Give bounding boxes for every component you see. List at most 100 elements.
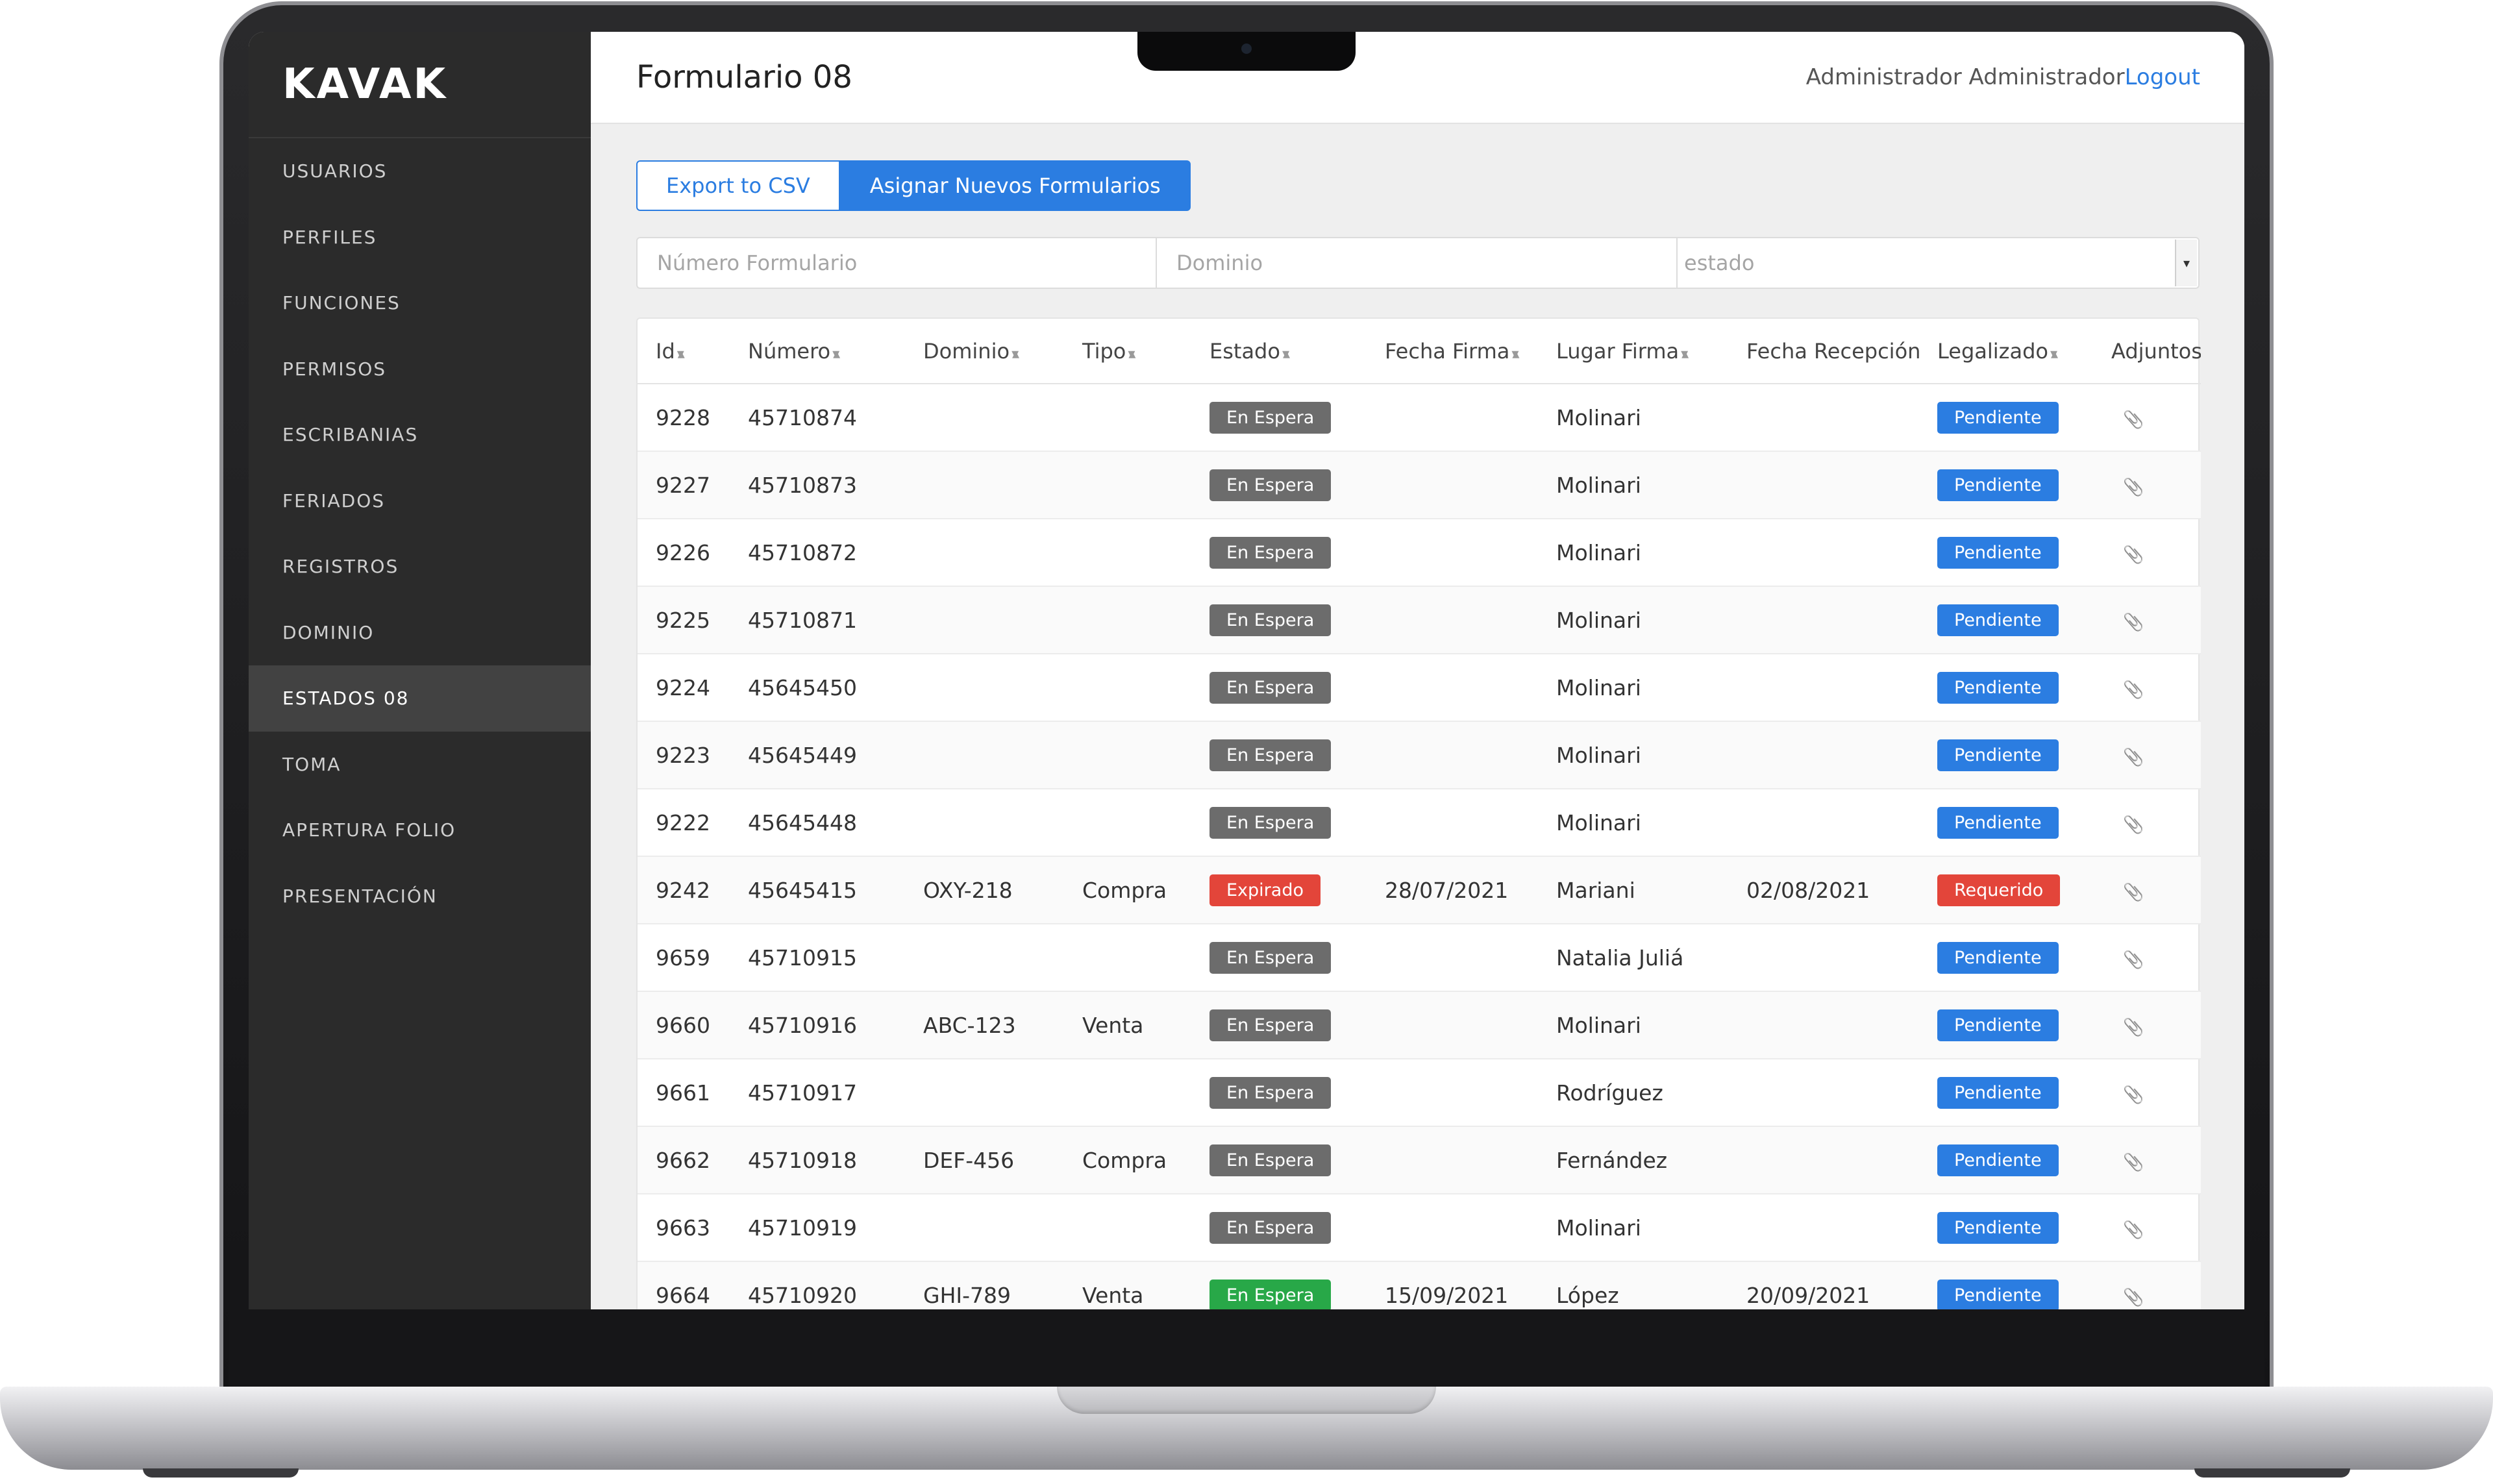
paperclip-icon[interactable]: 📎 [2111, 478, 2144, 497]
paperclip-icon[interactable]: 📎 [2111, 1153, 2144, 1172]
table-row[interactable]: 9664 45710920 GHI-789 Venta En Espera 15/09/2… [638, 1261, 2201, 1309]
legalizado-cell: Pendiente [1919, 1059, 2093, 1127]
paperclip-icon[interactable]: 📎 [2111, 883, 2144, 902]
lugar-firma-cell: Molinari [1538, 721, 1728, 789]
tipo-cell: Compra [1064, 856, 1191, 924]
adjuntos-cell: 📎 [2093, 1059, 2201, 1127]
sidebar-item-estados-08[interactable]: ESTADOS 08 [249, 665, 591, 732]
table-row[interactable]: 9660 45710916 ABC-123 Venta En Espera Molinar… [638, 991, 2201, 1059]
adjuntos-cell: 📎 [2093, 991, 2201, 1059]
table-row[interactable]: 9222 45645448 En Espera Molinari Pendiente 📎 [638, 789, 2201, 857]
paperclip-icon[interactable]: 📎 [2111, 1288, 2144, 1307]
adjuntos-cell: 📎 [2093, 1194, 2201, 1262]
tipo-cell [1064, 519, 1191, 587]
estado-badge: En Espera [1209, 1211, 1332, 1244]
estado-cell: En Espera [1191, 1261, 1367, 1309]
user-name: Administrador Administrador [1805, 64, 2125, 90]
paperclip-icon[interactable]: 📎 [2111, 1085, 2144, 1105]
legalizado-cell: Pendiente [1919, 789, 2093, 857]
column-header: Adjuntos [2093, 319, 2201, 384]
tipo-cell [1064, 789, 1191, 857]
legalizado-badge: Pendiente [1937, 536, 2059, 569]
lugar-firma-cell: Molinari [1538, 991, 1728, 1059]
column-header[interactable]: Lugar Firma▴▾ [1538, 319, 1728, 384]
adjuntos-cell: 📎 [2093, 856, 2201, 924]
column-header[interactable]: Número▴▾ [730, 319, 905, 384]
sidebar-item-dominio[interactable]: DOMINIO [249, 600, 591, 666]
estado-badge: En Espera [1209, 401, 1332, 434]
table-row[interactable]: 9224 45645450 En Espera Molinari Pendiente 📎 [638, 654, 2201, 722]
id-cell: 9662 [638, 1126, 730, 1194]
camera-notch [1137, 32, 1356, 71]
sidebar-item-feriados[interactable]: FERIADOS [249, 468, 591, 534]
sidebar-item-usuarios[interactable]: USUARIOS [249, 138, 591, 204]
legalizado-badge: Pendiente [1937, 941, 2059, 974]
table-row[interactable]: 9242 45645415 OXY-218 Compra Expirado 28/07/2… [638, 856, 2201, 924]
adjuntos-cell: 📎 [2093, 1261, 2201, 1309]
estado-filter-select[interactable]: estado ▾ [1678, 237, 2200, 289]
legalizado-cell: Pendiente [1919, 721, 2093, 789]
topbar: Formulario 08 Administrador Administrado… [591, 32, 2244, 124]
column-header[interactable]: Id▴▾ [638, 319, 730, 384]
lugar-firma-cell: Rodríguez [1538, 1059, 1728, 1127]
paperclip-icon[interactable]: 📎 [2111, 950, 2144, 970]
legalizado-badge: Pendiente [1937, 1279, 2059, 1309]
column-header-label: Fecha Firma [1385, 338, 1510, 364]
column-header[interactable]: Legalizado▴▾ [1919, 319, 2093, 384]
dominio-filter-input[interactable]: Dominio [1157, 237, 1678, 289]
laptop-foot-right [2194, 1468, 2350, 1478]
legalizado-cell: Pendiente [1919, 1261, 2093, 1309]
adjuntos-cell: 📎 [2093, 451, 2201, 519]
export-csv-button[interactable]: Export to CSV [636, 160, 840, 211]
column-header[interactable]: Tipo▴▾ [1064, 319, 1191, 384]
paperclip-icon[interactable]: 📎 [2111, 680, 2144, 700]
column-header[interactable]: Estado▴▾ [1191, 319, 1367, 384]
main-content: Formulario 08 Administrador Administrado… [591, 32, 2244, 1309]
user-box: Administrador AdministradorLogout [1806, 64, 2200, 90]
estado-cell: Expirado [1191, 856, 1367, 924]
paperclip-icon[interactable]: 📎 [2111, 1220, 2144, 1240]
estado-cell: En Espera [1191, 586, 1367, 654]
table-row[interactable]: 9225 45710871 En Espera Molinari Pendiente 📎 [638, 586, 2201, 654]
table-row[interactable]: 9223 45645449 En Espera Molinari Pendiente 📎 [638, 721, 2201, 789]
brand-logo[interactable]: KAVAK [249, 32, 591, 138]
column-header[interactable]: Dominio▴▾ [905, 319, 1064, 384]
id-cell: 9226 [638, 519, 730, 587]
forms-table: Id▴▾Número▴▾Dominio▴▾Tipo▴▾Estado▴▾Fecha… [638, 319, 2201, 1309]
sidebar-item-apertura-folio[interactable]: APERTURA FOLIO [249, 797, 591, 863]
chevron-down-icon[interactable]: ▾ [2175, 240, 2197, 286]
assign-forms-button[interactable]: Asignar Nuevos Formularios [839, 160, 1191, 211]
table-row[interactable]: 9663 45710919 En Espera Molinari Pendiente 📎 [638, 1194, 2201, 1262]
table-row[interactable]: 9659 45710915 En Espera Natalia Juliá Pendie… [638, 924, 2201, 992]
table-row[interactable]: 9228 45710874 En Espera Molinari Pendiente 📎 [638, 384, 2201, 452]
logout-link[interactable]: Logout [2125, 64, 2200, 90]
sidebar-item-registros[interactable]: REGISTROS [249, 534, 591, 600]
paperclip-icon[interactable]: 📎 [2111, 748, 2144, 767]
column-header[interactable]: Fecha Firma▴▾ [1367, 319, 1538, 384]
fecha-recepcion-cell [1728, 991, 1919, 1059]
sidebar-item-toma[interactable]: TOMA [249, 732, 591, 798]
estado-cell: En Espera [1191, 654, 1367, 722]
sidebar-item-presentación[interactable]: PRESENTACIÓN [249, 863, 591, 930]
sidebar-item-permisos[interactable]: PERMISOS [249, 336, 591, 402]
paperclip-icon[interactable]: 📎 [2111, 815, 2144, 835]
table-row[interactable]: 9661 45710917 En Espera Rodríguez Pendiente 📎 [638, 1059, 2201, 1127]
estado-cell: En Espera [1191, 384, 1367, 452]
sidebar-item-funciones[interactable]: FUNCIONES [249, 270, 591, 336]
numero-filter-input[interactable]: Número Formulario [636, 237, 1157, 289]
table-row[interactable]: 9227 45710873 En Espera Molinari Pendiente 📎 [638, 451, 2201, 519]
legalizado-cell: Pendiente [1919, 1194, 2093, 1262]
sidebar-item-escribanias[interactable]: ESCRIBANIAS [249, 402, 591, 468]
paperclip-icon[interactable]: 📎 [2111, 410, 2144, 430]
dominio-cell: DEF-456 [905, 1126, 1064, 1194]
table-row[interactable]: 9662 45710918 DEF-456 Compra En Espera Fernán… [638, 1126, 2201, 1194]
id-cell: 9664 [638, 1261, 730, 1309]
column-header-label: Legalizado [1937, 338, 2048, 364]
paperclip-icon[interactable]: 📎 [2111, 613, 2144, 632]
sidebar-item-perfiles[interactable]: PERFILES [249, 204, 591, 271]
paperclip-icon[interactable]: 📎 [2111, 1018, 2144, 1037]
table-row[interactable]: 9226 45710872 En Espera Molinari Pendiente 📎 [638, 519, 2201, 587]
legalizado-cell: Requerido [1919, 856, 2093, 924]
estado-cell: En Espera [1191, 1194, 1367, 1262]
paperclip-icon[interactable]: 📎 [2111, 545, 2144, 565]
